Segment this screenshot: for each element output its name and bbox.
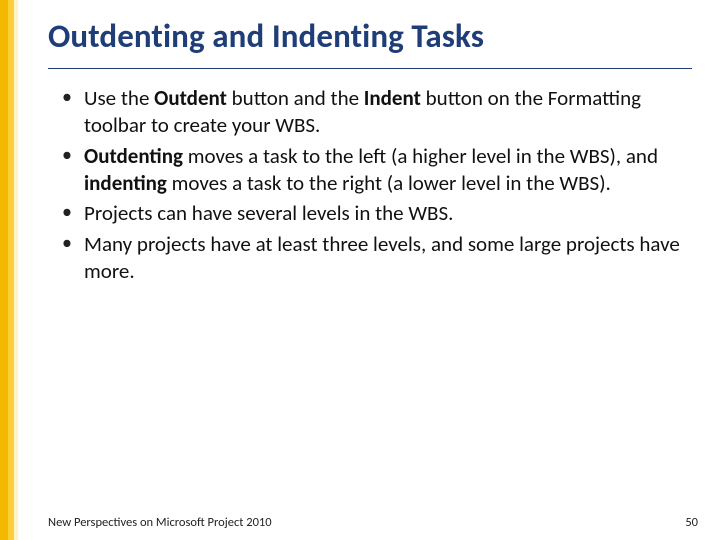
bullet-list: Use the Outdent button and the Indent bu… [48,85,692,285]
slide-footer: New Perspectives on Microsoft Project 20… [18,515,720,530]
text-bold: Indent [364,85,421,111]
text-run: moves a task to the right (a lower level… [167,170,611,196]
bullet-item-3: Projects can have several levels in the … [62,200,692,227]
slide-title: Outdenting and Indenting Tasks [48,18,692,66]
text-run: button and the [227,85,364,111]
text-bold: Outdent [154,85,227,111]
text-bold: Outdenting [84,143,183,169]
text-run: moves a task to the left (a higher level… [183,143,658,169]
text-bold: indenting [84,170,167,196]
title-divider [48,68,692,69]
text-run: Use the [84,85,154,111]
bullet-item-1: Use the Outdent button and the Indent bu… [62,85,692,139]
page-number: 50 [685,515,698,530]
bullet-item-2: Outdenting moves a task to the left (a h… [62,143,692,197]
footer-source: New Perspectives on Microsoft Project 20… [48,515,272,530]
bullet-item-4: Many projects have at least three levels… [62,231,692,285]
slide-content: Outdenting and Indenting Tasks Use the O… [18,0,720,540]
